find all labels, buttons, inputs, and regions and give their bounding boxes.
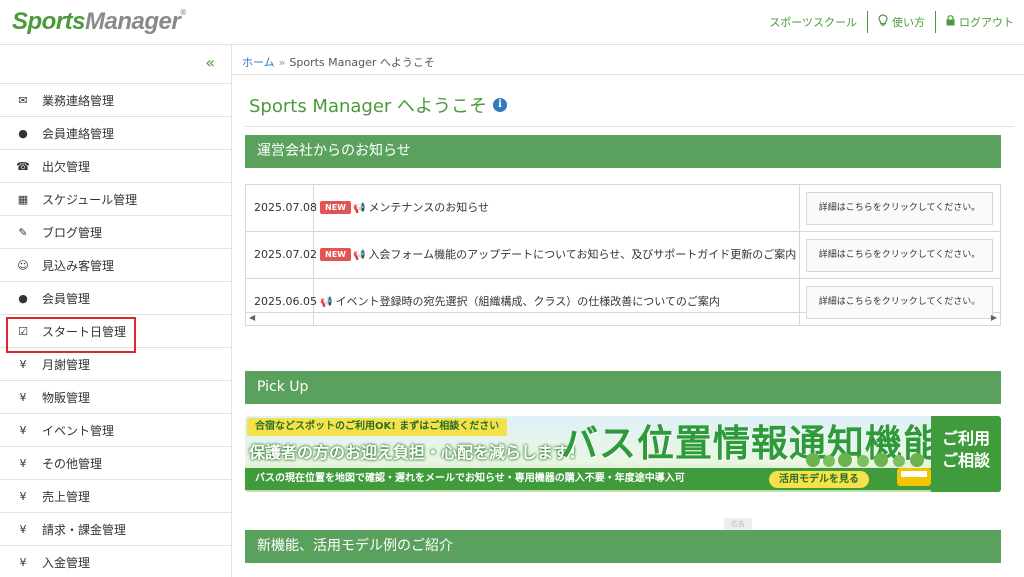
info-icon[interactable]: i xyxy=(493,98,508,112)
sidebar-item-other[interactable]: ¥ その他管理 xyxy=(0,447,231,480)
check-square-icon: ☑ xyxy=(18,324,28,338)
features-section-header: 新機能、活用モデル例のご紹介 xyxy=(245,530,1001,563)
table-row: 2025.06.05 📢 イベント登録時の宛先選択（組織構成、クラス）の仕様改善に… xyxy=(246,279,1000,325)
sidebar-item-event[interactable]: ¥ イベント管理 xyxy=(0,414,231,447)
yen-icon: ¥ xyxy=(19,456,27,470)
scroll-right-icon[interactable]: ▶ xyxy=(991,313,997,322)
sidebar-item-billing[interactable]: ¥ 請求・課金管理 xyxy=(0,513,231,546)
horizontal-scrollbar[interactable]: ◀ ▶ xyxy=(246,313,1000,325)
sidebar-item-attendance[interactable]: ☎ 出欠管理 xyxy=(0,150,231,183)
news-date: 2025.07.02 xyxy=(246,232,317,278)
calendar-icon: ▦ xyxy=(17,192,29,206)
news-date: 2025.07.08 xyxy=(246,185,317,231)
new-badge: NEW xyxy=(320,247,351,261)
trees-illustration xyxy=(806,453,924,467)
yen-icon: ¥ xyxy=(19,555,27,569)
breadcrumb-current: Sports Manager へようこそ xyxy=(289,56,435,69)
yen-icon: ¥ xyxy=(19,489,27,503)
bus-icon xyxy=(897,468,931,486)
top-header: SportsManager® スポーツスクール 使い方 ログアウト xyxy=(0,0,1024,45)
page-title: Sports Manager へようこそ i xyxy=(249,92,508,118)
sidebar: « ✉ 業務連絡管理 ● 会員連絡管理 ☎ 出欠管理 ▦ スケジュール管理 ✎ ブログ管理… xyxy=(0,45,232,577)
consult-button[interactable]: ご利用 ご相談 xyxy=(931,416,1001,492)
news-detail-button[interactable]: 詳細はこちらをクリックしてください。 xyxy=(806,239,993,272)
sidebar-item-monthly-fee[interactable]: ¥ 月謝管理 xyxy=(0,348,231,381)
view-usage-model-button[interactable]: 活用モデルを見る xyxy=(769,471,869,488)
sportsmanager-logo[interactable]: SportsManager® xyxy=(12,8,186,36)
sidebar-item-blog[interactable]: ✎ ブログ管理 xyxy=(0,216,231,249)
megaphone-icon: 📢 xyxy=(320,297,333,308)
sidebar-item-start-date[interactable]: ☑ スタート日管理 xyxy=(0,315,231,353)
yen-icon: ¥ xyxy=(19,357,27,371)
smile-icon: ☺ xyxy=(17,258,29,272)
yen-icon: ¥ xyxy=(19,390,27,404)
banner-tag: 合宿などスポットのご利用OK! まずはご相談ください xyxy=(247,418,508,436)
lightbulb-icon xyxy=(878,14,888,30)
pencil-icon: ✎ xyxy=(18,225,28,239)
yen-icon: ¥ xyxy=(19,522,27,536)
scroll-left-icon[interactable]: ◀ xyxy=(249,313,255,322)
ad-label: 広告 xyxy=(724,518,752,530)
double-chevron-left-icon: « xyxy=(205,53,215,72)
nav-sports-school[interactable]: スポーツスクール xyxy=(759,11,867,33)
divider xyxy=(232,74,1024,75)
news-title-link[interactable]: NEW 📢 メンテナンスのお知らせ xyxy=(314,185,800,231)
sidebar-item-merchandise[interactable]: ¥ 物販管理 xyxy=(0,381,231,414)
sidebar-item-payment[interactable]: ¥ 入金管理 xyxy=(0,546,231,577)
megaphone-icon: 📢 xyxy=(352,203,366,214)
nav-how-to-use[interactable]: 使い方 xyxy=(868,11,935,33)
sidebar-item-schedule[interactable]: ▦ スケジュール管理 xyxy=(0,183,231,216)
news-detail-button[interactable]: 詳細はこちらをクリックしてください。 xyxy=(806,192,993,225)
yen-icon: ¥ xyxy=(19,423,27,437)
news-table: 2025.07.08 NEW 📢 メンテナンスのお知らせ 詳細はこちらをクリックして… xyxy=(245,184,1001,326)
bus-location-banner[interactable]: 合宿などスポットのご利用OK! まずはご相談ください 保護者の方のお迎え負担・心… xyxy=(245,416,1001,492)
table-row: 2025.07.08 NEW 📢 メンテナンスのお知らせ 詳細はこちらをクリックして… xyxy=(246,185,1000,232)
megaphone-icon: 📢 xyxy=(352,250,366,261)
news-title-link[interactable]: NEW 📢 入会フォーム機能のアップデートについてお知らせ、及びサポートガイド更新の… xyxy=(314,232,800,278)
comment-icon: ● xyxy=(18,126,28,140)
sidebar-item-sales[interactable]: ¥ 売上管理 xyxy=(0,480,231,513)
sidebar-item-members[interactable]: ● 会員管理 xyxy=(0,282,231,315)
nav-logout[interactable]: ログアウト xyxy=(936,11,1024,33)
header-nav: スポーツスクール 使い方 ログアウト xyxy=(759,10,1024,34)
breadcrumb-separator: » xyxy=(278,56,286,69)
new-badge: NEW xyxy=(320,200,351,214)
banner-bottom-bar: バスの現在位置を地図で確認・遅れをメールでお知らせ・専用機器の購入不要・年度途中… xyxy=(245,468,1001,490)
lock-icon xyxy=(946,15,955,29)
user-icon: ● xyxy=(18,291,28,305)
sidebar-item-business-contact[interactable]: ✉ 業務連絡管理 xyxy=(0,84,231,117)
sidebar-item-prospects[interactable]: ☺ 見込み客管理 xyxy=(0,249,231,282)
breadcrumb-home-link[interactable]: ホーム xyxy=(242,56,275,69)
banner-subtitle: 保護者の方のお迎え負担・心配を減らします! xyxy=(249,443,577,462)
envelope-icon: ✉ xyxy=(18,93,28,107)
phone-icon: ☎ xyxy=(16,159,30,173)
sidebar-item-member-contact[interactable]: ● 会員連絡管理 xyxy=(0,117,231,150)
table-row: 2025.07.02 NEW 📢 入会フォーム機能のアップデートについてお知らせ、及… xyxy=(246,232,1000,279)
news-section-header: 運営会社からのお知らせ xyxy=(245,135,1001,168)
collapse-sidebar-button[interactable]: « xyxy=(0,45,231,84)
pickup-section-header: Pick Up xyxy=(245,371,1001,404)
main-content: ホーム» Sports Manager へようこそ Sports Manager … xyxy=(232,45,1024,577)
divider xyxy=(244,126,1014,127)
breadcrumb: ホーム» Sports Manager へようこそ xyxy=(242,54,435,70)
